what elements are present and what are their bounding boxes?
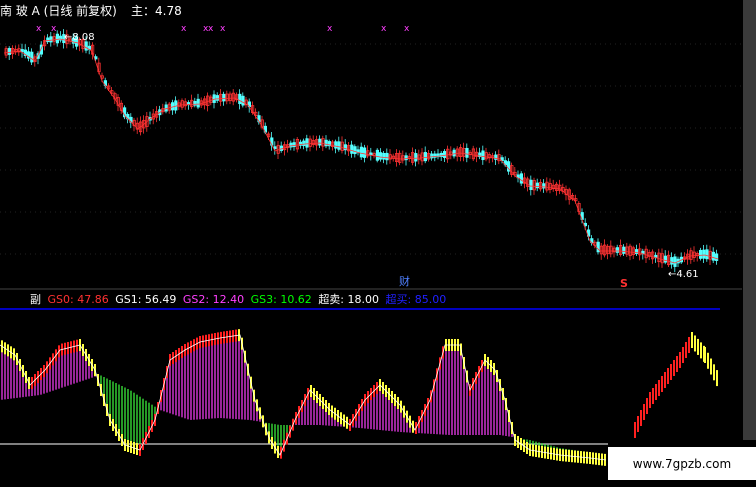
chart-canvas: x x x x x x x x x←8.08←4.61财 S (0, 24, 742, 466)
candle-body (292, 142, 296, 148)
candle-body (94, 56, 98, 60)
right-scrollbar[interactable] (743, 0, 756, 440)
indicator-label: 副 (30, 293, 41, 306)
candle-body (385, 152, 389, 161)
candle-body (324, 139, 328, 147)
candle-body (7, 48, 11, 55)
gs1-value: GS1: 56.49 (115, 293, 177, 306)
candle-body (519, 173, 524, 184)
candle-body (359, 146, 364, 158)
top-marker: x (381, 24, 387, 34)
candle-body (353, 146, 357, 155)
candle-body (305, 138, 309, 148)
candle-body (430, 153, 434, 159)
watermark: www.7gpzb.com (608, 447, 756, 480)
candle-body (170, 102, 175, 111)
candle-body (362, 147, 367, 158)
candle-body (622, 246, 626, 254)
candle-body (55, 33, 60, 44)
candle-body (414, 153, 418, 162)
candle-body (337, 141, 341, 150)
gs3-value: GS3: 10.62 (250, 293, 312, 306)
candle-body (174, 100, 178, 111)
candle-body (705, 249, 709, 260)
candle-body (535, 182, 540, 189)
candle-body (49, 36, 53, 43)
candle-body (302, 140, 306, 147)
candle-body (663, 255, 668, 263)
candle-body (711, 251, 716, 261)
candle-body (289, 142, 293, 148)
candle-body (423, 152, 428, 162)
candle-body (241, 95, 245, 106)
candle-body (452, 149, 456, 157)
main-price-label: 主：4.78 (131, 4, 182, 18)
candle-body (529, 179, 533, 190)
candle-body (378, 152, 383, 160)
top-marker: x (327, 24, 333, 34)
candle-body (375, 149, 380, 161)
high-price-label: ←8.08 (64, 32, 95, 43)
candle-body (318, 138, 322, 146)
candle-body (84, 41, 88, 51)
candle-body (382, 152, 386, 160)
stock-title: 南 玻 A (日线 前复权) (0, 2, 123, 20)
sell-signal-marker: S (620, 277, 628, 290)
candle-body (442, 151, 447, 158)
candlestick-series (4, 29, 719, 273)
low-price-label: ←4.61 (668, 269, 699, 280)
candle-body (673, 256, 677, 267)
candle-body (164, 104, 168, 112)
candle-body (404, 155, 408, 161)
gs2-value: GS2: 12.40 (182, 293, 245, 306)
candle-body (334, 141, 338, 149)
oversell-value: 超卖: 18.00 (318, 293, 380, 306)
overbuy-value: 超买: 85.00 (385, 293, 447, 306)
indicator-bars (1, 329, 718, 466)
candle-body (670, 257, 674, 265)
candle-body (615, 247, 620, 253)
top-marker: x (51, 24, 57, 34)
candle-body (699, 249, 703, 259)
indicator-header: 副 GS0: 47.86 GS1: 56.49 GS2: 12.40 GS3: … (0, 291, 449, 307)
candle-body (273, 146, 277, 150)
candle-body (222, 93, 226, 102)
top-marker: x (36, 24, 42, 34)
gs0-value: GS0: 47.86 (47, 293, 109, 306)
candle-body (30, 51, 34, 63)
top-marker: x (181, 24, 187, 34)
top-marker: x (220, 24, 226, 34)
candle-body (465, 147, 469, 158)
top-marker: x (404, 24, 410, 34)
finance-event-marker: 财 (399, 274, 410, 288)
candle-body (238, 93, 242, 105)
candle-body (215, 95, 219, 101)
top-marker: x (208, 24, 214, 34)
candle-body (715, 253, 719, 261)
candle-body (481, 150, 485, 161)
candle-body (702, 249, 706, 259)
candle-body (196, 98, 200, 108)
candle-body (350, 144, 354, 154)
